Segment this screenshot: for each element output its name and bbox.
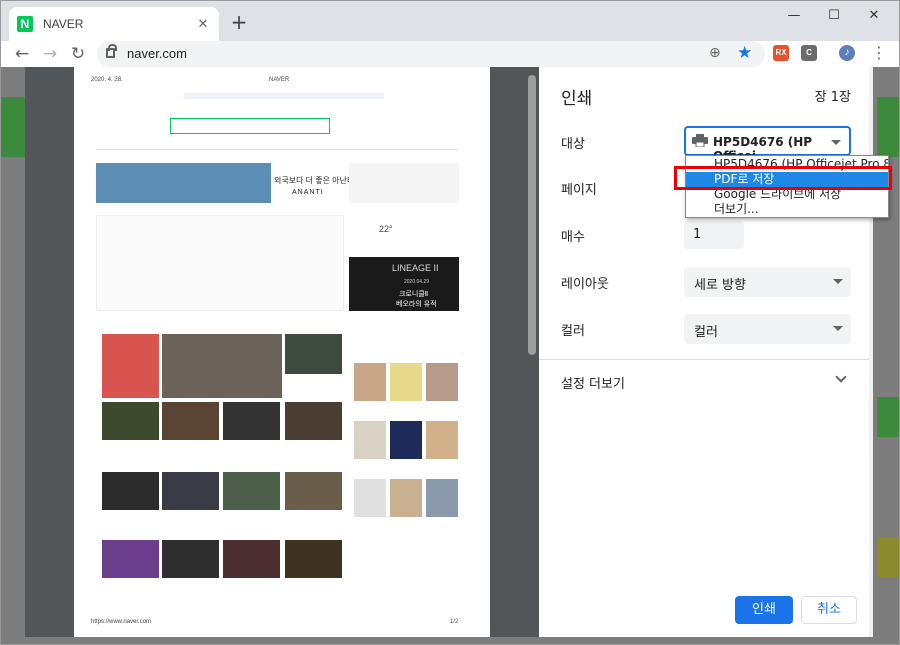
more-settings-toggle[interactable]: 설정 더보기 xyxy=(561,373,625,392)
color-label: 컬러 xyxy=(561,324,585,339)
preview-thumb xyxy=(102,540,159,578)
close-tab-icon[interactable]: ✕ xyxy=(195,17,211,32)
destination-label: 대상 xyxy=(561,137,585,152)
tab-strip: N NAVER ✕ + — ☐ ✕ xyxy=(1,1,899,41)
profile-avatar-icon[interactable]: ♪ xyxy=(839,45,855,61)
chevron-down-icon xyxy=(831,140,841,145)
bookmark-star-icon[interactable]: ★ xyxy=(737,43,752,63)
copies-label: 매수 xyxy=(561,230,585,245)
printer-icon xyxy=(692,134,708,147)
preview-thumb xyxy=(285,540,342,578)
layout-label: 레이아웃 xyxy=(561,277,609,292)
preview-ad-date: 2020.04.29 xyxy=(404,279,430,285)
reload-icon[interactable]: ↻ xyxy=(67,43,89,65)
layout-select[interactable]: 세로 방향 xyxy=(684,267,851,297)
dialog-title: 인쇄 xyxy=(561,89,593,109)
page-number: 1/2 xyxy=(450,619,459,625)
color-value: 컬러 xyxy=(694,325,718,340)
highlight-annotation xyxy=(674,166,892,190)
preview-thumb xyxy=(390,479,422,517)
url-text[interactable]: naver.com xyxy=(127,46,187,61)
preview-thumb xyxy=(354,479,386,517)
forward-arrow-icon[interactable]: → xyxy=(39,43,61,65)
chevron-down-icon xyxy=(833,279,843,284)
chevron-down-icon[interactable] xyxy=(835,371,847,383)
preview-thumb xyxy=(426,363,458,401)
preview-ad-sub1: 크로니클Ⅱ xyxy=(399,291,429,298)
preview-thumb xyxy=(223,540,280,578)
preview-thumb xyxy=(426,421,458,459)
preview-thumb xyxy=(162,402,219,440)
page-date: 2020. 4. 28. xyxy=(91,77,123,83)
back-arrow-icon[interactable]: ← xyxy=(11,43,33,65)
preview-thumb xyxy=(285,334,342,374)
preview-thumb xyxy=(390,363,422,401)
preview-thumb xyxy=(102,472,159,510)
tab-title: NAVER xyxy=(43,17,84,31)
browser-window: N NAVER ✕ + — ☐ ✕ ← → ↻ naver.com ⊕ ★ RX… xyxy=(0,0,900,645)
divider xyxy=(539,359,873,360)
copies-value: 1 xyxy=(693,227,702,242)
page-footer-url: https://www.naver.com xyxy=(91,619,152,625)
preview-thumb xyxy=(162,334,282,398)
preview-thumb xyxy=(162,472,219,510)
preview-thumb xyxy=(390,421,422,459)
preview-search-box xyxy=(170,118,330,134)
layout-value: 세로 방향 xyxy=(694,278,746,293)
new-tab-button[interactable]: + xyxy=(229,11,249,33)
preview-thumb xyxy=(354,421,386,459)
preview-thumb xyxy=(102,402,159,440)
extension-c-icon[interactable]: C xyxy=(801,45,817,61)
preview-thumb xyxy=(223,402,280,440)
pages-label: 페이지 xyxy=(561,183,597,198)
cancel-button[interactable]: 취소 xyxy=(801,596,857,624)
preview-ad-title: LINEAGE II xyxy=(392,263,439,273)
maximize-icon[interactable]: ☐ xyxy=(819,7,849,27)
preview-banner-brand: ANANTI xyxy=(292,189,324,196)
destination-select[interactable]: HP5D4676 (HP Officej xyxy=(684,126,851,163)
naver-favicon-icon: N xyxy=(17,16,33,32)
address-bar[interactable]: naver.com ⊕ ★ xyxy=(97,41,765,67)
sheet-count: 장 1장 xyxy=(814,90,851,105)
preview-thumb xyxy=(223,472,280,510)
preview-scrollbar-thumb[interactable] xyxy=(528,75,536,355)
preview-thumb xyxy=(102,334,159,398)
preview-thumb xyxy=(354,363,386,401)
zoom-icon[interactable]: ⊕ xyxy=(709,45,721,61)
tab-naver[interactable]: N NAVER ✕ xyxy=(9,7,219,41)
dialog-scrollbar[interactable] xyxy=(869,67,873,637)
preview-thumb xyxy=(162,540,219,578)
print-dialog: 인쇄 장 1장 대상 HP5D4676 (HP Officej 페이지 매수 1… xyxy=(539,67,873,637)
preview-weather-temp: 22° xyxy=(379,224,393,234)
minimize-icon[interactable]: — xyxy=(779,7,809,27)
color-select[interactable]: 컬러 xyxy=(684,314,851,344)
preview-banner-image xyxy=(96,163,271,203)
preview-ad-sub2: 베오라의 유적 xyxy=(396,301,437,308)
page-header: NAVER xyxy=(269,77,290,83)
preview-thumb xyxy=(285,402,342,440)
lock-icon[interactable] xyxy=(106,44,117,58)
preview-thumb xyxy=(285,472,342,510)
dropdown-option-more[interactable]: 더보기... xyxy=(686,202,888,217)
more-menu-icon[interactable]: ⋮ xyxy=(871,43,887,62)
copies-input[interactable]: 1 xyxy=(684,221,744,249)
close-window-icon[interactable]: ✕ xyxy=(859,7,889,27)
preview-banner-text: 외국보다 더 좋은 아난티 xyxy=(274,176,355,185)
extension-rx-icon[interactable]: RX xyxy=(773,45,789,61)
print-preview-area: 2020. 4. 28. NAVER 외국보다 더 좋은 아난티 ANANTI … xyxy=(25,67,539,637)
preview-page[interactable]: 2020. 4. 28. NAVER 외국보다 더 좋은 아난티 ANANTI … xyxy=(74,67,490,637)
preview-thumb xyxy=(426,479,458,517)
preview-scrollbar[interactable] xyxy=(527,69,537,639)
print-button[interactable]: 인쇄 xyxy=(735,596,793,624)
chevron-down-icon xyxy=(833,326,843,331)
browser-toolbar: ← → ↻ naver.com ⊕ ★ RX C ♪ ⋮ xyxy=(1,41,899,67)
